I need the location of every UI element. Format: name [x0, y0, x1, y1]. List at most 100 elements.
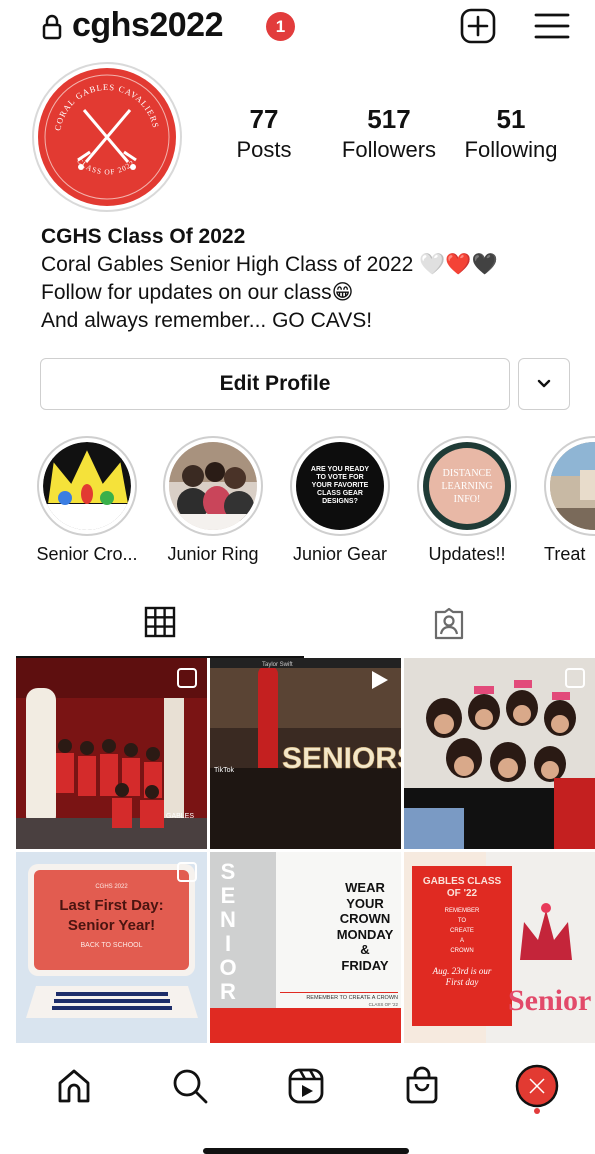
nav-reels[interactable]: [282, 1062, 330, 1110]
post-line: WEAR: [345, 880, 385, 895]
post-thumbnail[interactable]: GABLES: [16, 658, 207, 849]
profile-avatar-icon: [515, 1064, 559, 1108]
post-thumbnail[interactable]: Taylor Swift TikTok SENIORS: [210, 658, 401, 849]
post-date-text: Aug. 23rd is our First day: [432, 966, 492, 987]
post-thumbnail[interactable]: CGHS 2022 Last First Day: Senior Year! B…: [16, 852, 207, 1043]
highlight-treat[interactable]: Treat: [530, 436, 595, 565]
tiktok-watermark: TikTok: [214, 767, 234, 774]
highlight-cover: [550, 442, 595, 530]
tagged-person-icon: [434, 607, 464, 640]
post-side-text: Senior: [508, 984, 592, 1017]
story-highlights: Senior Cro... Junior Ring ARE YOU READY …: [0, 436, 595, 576]
highlight-cover: ARE YOU READY TO VOTE FOR YOUR FAVORITE …: [296, 442, 384, 530]
nav-shop[interactable]: [398, 1062, 446, 1110]
multiple-photos-icon: [177, 862, 197, 882]
notification-badge[interactable]: 1: [266, 12, 295, 41]
followers-label: Followers: [341, 137, 437, 162]
edit-profile-button[interactable]: Edit Profile: [40, 358, 510, 410]
post-overlay-text: SENIORS: [282, 742, 401, 775]
followers-count: 517: [367, 104, 411, 134]
bio-line: Coral Gables Senior High Class of 2022 🤍…: [41, 253, 498, 276]
crossed-swords-seal: CORAL GABLES CAVALIERS CLASS OF 2022: [44, 74, 170, 200]
suggested-dropdown-button[interactable]: [518, 358, 570, 410]
post-title-text: GABLES CLASS OF '22: [422, 876, 502, 899]
chevron-down-icon: [537, 379, 551, 388]
nav-profile[interactable]: [513, 1062, 561, 1110]
post-overlay-text: GABLES: [166, 813, 194, 820]
highlight-cover: [43, 442, 131, 530]
highlight-junior-ring[interactable]: Junior Ring: [149, 436, 277, 565]
highlight-label: Junior Gear: [292, 544, 388, 564]
post-line: FRIDAY: [341, 957, 389, 973]
bottom-navigation: [0, 1050, 595, 1130]
profile-bio: CGHS Class Of 2022 Coral Gables Senior H…: [41, 223, 586, 335]
post-line: CROWN: [450, 948, 474, 954]
post-thumbnail[interactable]: [404, 658, 595, 849]
profile-stats: 77 Posts 517 Followers 51 Following: [200, 104, 595, 174]
notification-dot: [534, 1108, 540, 1114]
home-indicator: [203, 1148, 409, 1154]
username[interactable]: cghs2022: [72, 6, 224, 45]
post-title-text: Last First Day: Senior Year!: [59, 897, 164, 934]
followers-stat[interactable]: 517 Followers: [334, 104, 444, 163]
post-line: CROWN: [339, 911, 391, 926]
multiple-photos-icon: [565, 668, 585, 688]
post-side-text: SENIOR: [219, 859, 237, 1004]
highlight-cover: DISTANCE LEARNING INFO!: [423, 442, 511, 530]
post-footer-text: REMEMBER TO CREATE A CROWN: [280, 992, 398, 1001]
reel-play-icon: [372, 671, 388, 689]
highlight-cover: [169, 442, 257, 530]
tab-posts-grid[interactable]: [16, 596, 304, 658]
highlight-cover-text: ARE YOU READY TO VOTE FOR YOUR FAVORITE …: [310, 466, 370, 505]
highlight-label: Treat: [544, 544, 586, 564]
highlight-label: Updates!!: [428, 544, 506, 564]
profile-avatar[interactable]: CORAL GABLES CAVALIERS CLASS OF 2022: [32, 62, 182, 212]
post-line: TO: [457, 918, 467, 924]
highlight-updates[interactable]: DISTANCE LEARNING INFO! Updates!!: [403, 436, 531, 565]
svg-text:CORAL GABLES CAVALIERS: CORAL GABLES CAVALIERS: [52, 82, 161, 132]
highlight-label: Junior Ring: [167, 544, 259, 564]
post-small-text: CGHS 2022: [95, 884, 128, 890]
highlight-cover-text: DISTANCE LEARNING INFO!: [441, 467, 493, 505]
home-icon: [58, 1069, 90, 1103]
posts-stat[interactable]: 77 Posts: [224, 104, 304, 163]
search-icon: [173, 1069, 208, 1104]
following-count: 51: [496, 104, 526, 134]
avatar-image: CORAL GABLES CAVALIERS CLASS OF 2022: [38, 68, 176, 206]
post-thumbnail[interactable]: SENIOR WEAR YOUR CROWN MONDAY & FRIDAY R…: [210, 852, 401, 1043]
tab-tagged[interactable]: [304, 596, 595, 658]
crown-decoration: [520, 903, 572, 960]
shopping-bag-icon: [406, 1066, 438, 1104]
crown-icon: [43, 442, 131, 530]
post-line: CREATE: [450, 928, 474, 934]
bio-line: And always remember... GO CAVS!: [41, 309, 373, 332]
bio-line: Follow for updates on our class😁: [41, 281, 354, 304]
photo-thumbnail: [550, 442, 595, 530]
profile-tabs: [0, 596, 595, 658]
following-stat[interactable]: 51 Following: [456, 104, 566, 163]
post-footer-sub: CLASS OF '22: [368, 1002, 398, 1007]
posts-count: 77: [249, 104, 279, 134]
plus-square-icon[interactable]: [460, 8, 496, 44]
reels-icon: [288, 1068, 324, 1104]
posts-grid: GABLES Taylor Swift TikTok SENIORS: [16, 658, 595, 1044]
highlight-junior-gear[interactable]: ARE YOU READY TO VOTE FOR YOUR FAVORITE …: [276, 436, 404, 565]
profile-name: CGHS Class Of 2022: [41, 225, 246, 248]
post-line: REMEMBER: [444, 908, 480, 914]
nav-search[interactable]: [166, 1062, 214, 1110]
highlight-label: Senior Cro...: [36, 544, 138, 564]
post-tag-text: Taylor Swift: [262, 662, 293, 668]
lock-icon: [42, 14, 62, 40]
hamburger-menu-icon[interactable]: [534, 10, 570, 42]
grid-icon: [144, 606, 176, 638]
avatar-text-top: CORAL GABLES CAVALIERS: [52, 82, 160, 132]
post-thumbnail[interactable]: GABLES CLASS OF '22 REMEMBER TO CREATE A…: [404, 852, 595, 1043]
following-label: Following: [464, 137, 558, 162]
top-bar: cghs2022 1: [0, 0, 595, 56]
post-line: MONDAY: [336, 926, 394, 942]
post-line: &: [360, 942, 370, 957]
nav-home[interactable]: [50, 1062, 98, 1110]
highlight-senior-crown[interactable]: Senior Cro...: [23, 436, 151, 565]
post-line: A: [459, 938, 464, 944]
post-sub-text: BACK TO SCHOOL: [80, 942, 143, 949]
